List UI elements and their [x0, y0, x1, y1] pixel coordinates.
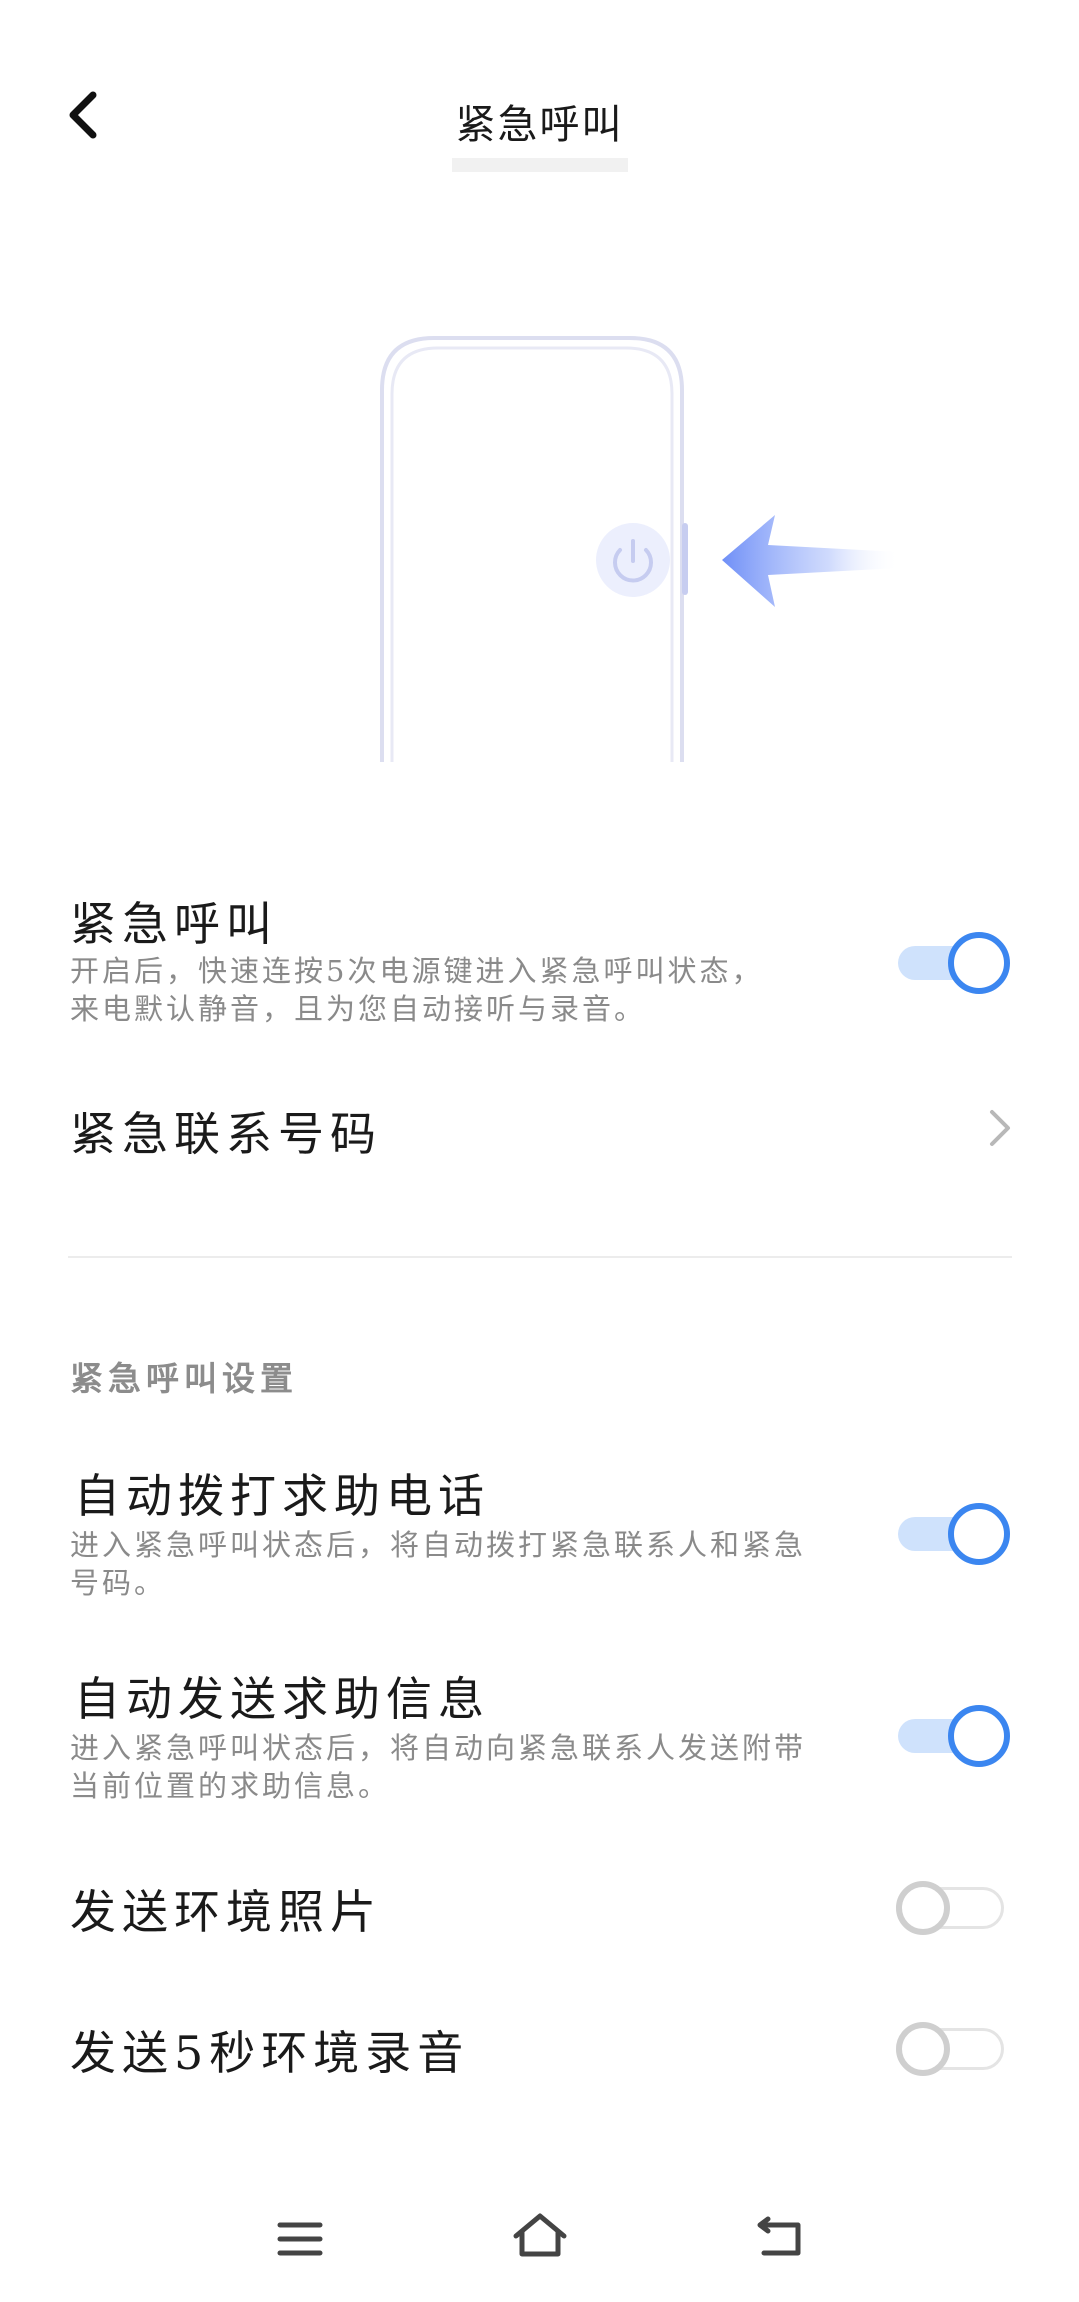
- toggle-knob: [896, 2022, 950, 2076]
- menu-button[interactable]: [255, 2194, 345, 2284]
- emergency-call-toggle[interactable]: [898, 932, 1010, 994]
- toggle-knob: [948, 932, 1010, 994]
- home-icon: [513, 2213, 567, 2257]
- back-icon: [757, 2216, 801, 2256]
- page-title: 紧急呼叫: [0, 92, 1079, 172]
- arrow-left-icon: [722, 515, 900, 607]
- send-photos-title: 发送环境照片: [70, 1885, 382, 1939]
- auto-message-title: 自动发送求助信息: [74, 1672, 490, 1726]
- emergency-call-title: 紧急呼叫: [70, 897, 278, 951]
- section-divider: [68, 1256, 1012, 1258]
- home-button[interactable]: [495, 2190, 585, 2280]
- send-audio-title: 发送5秒环境录音: [70, 2026, 470, 2080]
- toggle-knob: [948, 1705, 1010, 1767]
- auto-dial-toggle[interactable]: [898, 1503, 1010, 1565]
- section-header: 紧急呼叫设置: [70, 1359, 298, 1398]
- menu-icon: [277, 2222, 323, 2256]
- power-icon: [596, 523, 670, 597]
- chevron-right-icon: [980, 1098, 1020, 1158]
- power-button-illustration: [360, 330, 920, 770]
- send-audio-toggle[interactable]: [896, 2018, 1008, 2080]
- emergency-call-description: 开启后，快速连按5次电源键进入紧急呼叫状态，来电默认静音，且为您自动接听与录音。: [70, 954, 764, 1026]
- auto-dial-title: 自动拨打求助电话: [74, 1469, 490, 1523]
- auto-dial-description: 进入紧急呼叫状态后，将自动拨打紧急联系人和紧急号码。: [70, 1528, 807, 1600]
- toggle-knob: [896, 1881, 950, 1935]
- emergency-contacts-row[interactable]: 紧急联系号码: [0, 1080, 1079, 1180]
- auto-message-toggle[interactable]: [898, 1705, 1010, 1767]
- toggle-knob: [948, 1503, 1010, 1565]
- send-photos-toggle[interactable]: [896, 1877, 1008, 1939]
- emergency-contacts-title: 紧急联系号码: [70, 1107, 382, 1161]
- auto-message-description: 进入紧急呼叫状态后，将自动向紧急联系人发送附带当前位置的求助信息。: [70, 1731, 807, 1803]
- back-nav-button[interactable]: [735, 2192, 825, 2282]
